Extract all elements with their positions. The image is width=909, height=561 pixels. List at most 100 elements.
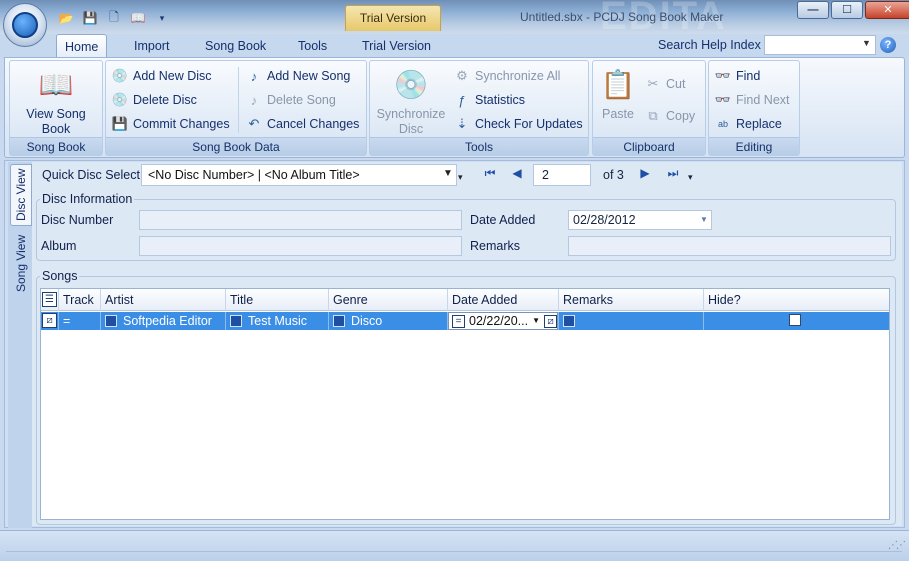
check-updates-button[interactable]: ⇣ Check For Updates — [454, 114, 583, 134]
cell-artist-value: Softpedia Editor — [123, 314, 212, 328]
column-header-title[interactable]: Title — [226, 289, 329, 311]
search-help-input[interactable] — [764, 35, 876, 55]
tab-song-book[interactable]: Song Book — [197, 34, 274, 58]
group-label-tools: Tools — [370, 137, 588, 155]
find-next-label: Find Next — [736, 93, 790, 107]
group-song-book: 📖 View Song Book Song Book — [9, 60, 103, 156]
delete-song-button[interactable]: ♪ Delete Song — [246, 90, 336, 110]
album-label: Album — [41, 239, 77, 253]
add-new-song-button[interactable]: ♪ Add New Song — [246, 66, 351, 86]
save-icon: 💾 — [111, 116, 129, 131]
synchronize-all-button[interactable]: ⚙ Synchronize All — [454, 66, 560, 86]
cell-genre[interactable]: Disco — [329, 312, 448, 330]
find-next-button[interactable]: 👓 Find Next — [715, 90, 790, 110]
statistics-button[interactable]: ƒ Statistics — [454, 90, 525, 110]
quick-disc-select-label: Quick Disc Select — [42, 168, 140, 182]
window-title: Untitled.sbx - PCDJ Song Book Maker — [520, 10, 724, 24]
delete-disc-button[interactable]: 💿 Delete Disc — [112, 90, 197, 110]
minimize-button[interactable]: — — [797, 1, 829, 19]
cancel-changes-label: Cancel Changes — [267, 117, 360, 131]
tab-trial-version[interactable]: Trial Version — [354, 34, 439, 58]
cell-date-added-value: 02/22/20... — [469, 314, 529, 328]
copy-label: Copy — [666, 109, 696, 123]
cell-track[interactable]: = — [59, 312, 101, 330]
group-separator — [238, 67, 239, 133]
date-cell-dropdown-icon[interactable]: ▼ — [532, 312, 540, 330]
copy-button[interactable]: ⧉ Copy — [645, 106, 695, 126]
application-orb-button[interactable] — [3, 3, 47, 47]
hide-checkbox[interactable] — [789, 314, 801, 326]
paste-label: Paste — [602, 107, 634, 121]
group-label-editing: Editing — [709, 137, 799, 155]
column-chooser-button[interactable]: ☰ — [41, 289, 59, 311]
group-editing: 👓 Find 👓 Find Next ab Replace Editing — [708, 60, 800, 156]
close-button[interactable]: ✕ — [865, 1, 909, 19]
search-dropdown-icon[interactable]: ▼ — [862, 38, 871, 48]
undo-icon: ↶ — [248, 116, 260, 131]
replace-button[interactable]: ab Replace — [715, 114, 782, 134]
customize-qat-icon[interactable]: ▾ — [152, 8, 172, 28]
cut-button[interactable]: ✂ Cut — [645, 74, 686, 94]
find-next-icon: 👓 — [714, 92, 732, 107]
book-icon[interactable]: 📖 — [128, 8, 148, 28]
column-header-hide[interactable]: Hide? — [704, 289, 889, 311]
tab-home[interactable]: Home — [56, 34, 108, 58]
tab-disc-view[interactable]: Disc View — [10, 164, 32, 226]
replace-label: Replace — [736, 117, 782, 131]
column-header-artist[interactable]: Artist — [101, 289, 226, 311]
add-new-disc-button[interactable]: 💿 Add New Disc — [112, 66, 212, 86]
delete-disc-label: Delete Disc — [133, 93, 197, 107]
tab-import[interactable]: Import — [126, 34, 177, 58]
last-record-button[interactable]: ⏭ — [662, 166, 684, 184]
quick-disc-select-combo[interactable]: <No Disc Number> | <No Album Title> — [141, 164, 457, 186]
cell-title[interactable]: Test Music — [226, 312, 329, 330]
lookup-icon — [563, 315, 575, 327]
tab-tools[interactable]: Tools — [290, 34, 335, 58]
track-equals-icon: = — [63, 314, 71, 328]
save-icon[interactable]: 💾 — [80, 8, 100, 28]
cancel-changes-button[interactable]: ↶ Cancel Changes — [246, 114, 360, 134]
lookup-icon — [230, 315, 242, 327]
view-side-tabs: Disc View Song View — [8, 162, 32, 528]
view-song-book-button[interactable]: 📖 View Song Book — [12, 65, 100, 137]
date-cell-clear-icon[interactable]: ⧄ — [544, 314, 557, 328]
album-field[interactable] — [139, 236, 462, 256]
row-selector[interactable]: ⧄ — [41, 312, 59, 330]
column-header-genre[interactable]: Genre — [329, 289, 448, 311]
maximize-button[interactable]: ☐ — [831, 1, 863, 19]
find-button[interactable]: 👓 Find — [715, 66, 760, 86]
tab-song-view[interactable]: Song View — [10, 232, 32, 294]
date-added-field[interactable]: 02/28/2012 — [568, 210, 712, 230]
combo-dropdown-icon[interactable]: ▼ — [443, 168, 453, 179]
new-doc-icon[interactable]: 🗋 — [104, 8, 124, 28]
commit-changes-label: Commit Changes — [133, 117, 230, 131]
toolbar-overflow-icon[interactable]: ▾ — [458, 172, 463, 183]
remarks-field[interactable] — [568, 236, 891, 256]
group-song-book-data: 💿 Add New Disc 💿 Delete Disc 💾 Commit Ch… — [105, 60, 367, 156]
cell-artist[interactable]: Softpedia Editor — [101, 312, 226, 330]
column-header-track[interactable]: Track — [59, 289, 101, 311]
sync-all-icon: ⚙ — [456, 68, 468, 83]
synchronize-disc-button[interactable]: 💿 Synchronize Disc — [374, 65, 448, 137]
cell-date-added[interactable]: = 02/22/20... ▼ ⧄ — [448, 312, 559, 330]
resize-grip-icon[interactable]: ⋰⋰ — [888, 540, 906, 551]
folder-open-icon[interactable]: 📂 — [56, 8, 76, 28]
column-header-date-added[interactable]: Date Added — [448, 289, 559, 311]
next-record-button[interactable]: ▶ — [634, 166, 656, 184]
column-header-remarks[interactable]: Remarks — [559, 289, 704, 311]
replace-icon: ab — [717, 119, 728, 129]
delete-song-label: Delete Song — [267, 93, 336, 107]
cell-remarks[interactable] — [559, 312, 704, 330]
current-record-input[interactable]: 2 — [533, 164, 591, 186]
add-new-disc-label: Add New Disc — [133, 69, 212, 83]
disc-number-field[interactable] — [139, 210, 462, 230]
first-record-button[interactable]: ⏮ — [479, 166, 501, 184]
lookup-icon — [333, 315, 345, 327]
commit-changes-button[interactable]: 💾 Commit Changes — [112, 114, 230, 134]
paste-button[interactable]: 📋 Paste — [595, 65, 641, 122]
nav-overflow-icon[interactable]: ▾ — [688, 172, 693, 183]
help-icon[interactable]: ? — [880, 37, 896, 53]
date-dropdown-icon[interactable]: ▼ — [700, 215, 708, 224]
previous-record-button[interactable]: ◀ — [506, 166, 528, 184]
group-label-song-book-data: Song Book Data — [106, 137, 366, 155]
